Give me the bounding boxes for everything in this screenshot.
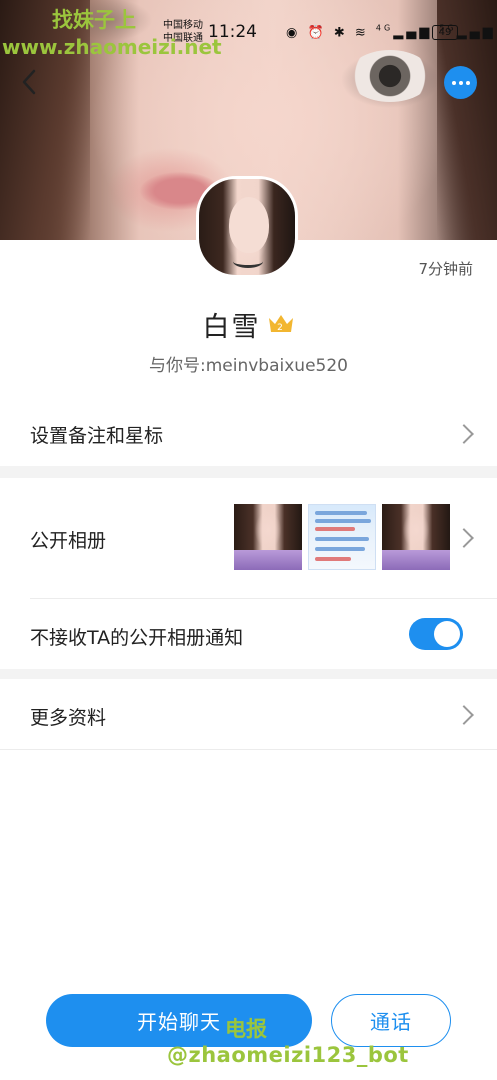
more-dot-icon — [451, 80, 456, 85]
bluetooth-icon: ✱ — [333, 25, 348, 41]
watermark-top: 找妹子上 — [52, 8, 136, 32]
section-gap — [0, 466, 497, 478]
signal-icon-1: 4G▂▄▆ — [375, 24, 433, 41]
start-chat-button[interactable]: 开始聊天 — [46, 994, 312, 1047]
chevron-right-icon — [454, 528, 474, 548]
album-thumbnails[interactable] — [234, 504, 450, 570]
more-dot-icon — [465, 80, 470, 85]
watermark-bottom: @zhaomeizi123_bot — [167, 1043, 409, 1067]
row-album-notify-label: 不接收TA的公开相册通知 — [30, 627, 244, 649]
profile-name-line: 白雪 2 — [0, 305, 497, 344]
wifi-icon: ≋ — [354, 25, 369, 41]
section-gap — [0, 669, 497, 679]
watermark-url: www.zhaomeizi.net — [2, 35, 222, 59]
account-id: 与你号:meinvbaixue520 — [149, 356, 348, 376]
toggle-knob — [434, 621, 460, 647]
back-button[interactable] — [14, 64, 44, 100]
chevron-right-icon — [454, 705, 474, 725]
status-icons: ◉ ⏰ ✱ ≋ 4G▂▄▆ 5G▂▄▆ — [286, 24, 496, 40]
album-notify-toggle[interactable] — [409, 618, 463, 650]
eye-icon: ◉ — [286, 25, 301, 41]
divider — [0, 749, 497, 750]
row-set-remark[interactable]: 设置备注和星标 — [0, 400, 497, 466]
avatar-necklace — [233, 255, 263, 268]
more-dot-icon — [458, 80, 463, 85]
album-thumb-photo[interactable] — [382, 504, 450, 570]
carrier-1: 中国移动 — [163, 20, 203, 31]
call-button[interactable]: 通话 — [331, 994, 451, 1047]
alarm-icon: ⏰ — [307, 25, 327, 41]
profile-name: 白雪 — [202, 312, 261, 343]
chevron-left-icon — [22, 69, 36, 95]
row-public-album-label: 公开相册 — [30, 530, 107, 552]
crown-badge-icon[interactable]: 2 — [267, 312, 295, 334]
avatar[interactable] — [196, 176, 298, 278]
watermark-bottom-small: 电报 — [225, 1017, 267, 1041]
crown-badge-level: 2 — [277, 323, 285, 333]
more-options-button[interactable] — [444, 66, 477, 99]
row-set-remark-label: 设置备注和星标 — [30, 425, 164, 447]
last-active-time: 7分钟前 — [418, 260, 473, 278]
chevron-right-icon — [454, 424, 474, 444]
signal-label-1: 4G — [375, 24, 394, 33]
album-thumb-poster[interactable] — [308, 504, 376, 570]
row-more-info-label: 更多资料 — [30, 707, 107, 729]
battery-icon: 49 — [432, 25, 458, 40]
album-thumb-photo[interactable] — [234, 504, 302, 570]
avatar-face — [229, 197, 269, 253]
row-more-info[interactable]: 更多资料 — [0, 679, 497, 749]
